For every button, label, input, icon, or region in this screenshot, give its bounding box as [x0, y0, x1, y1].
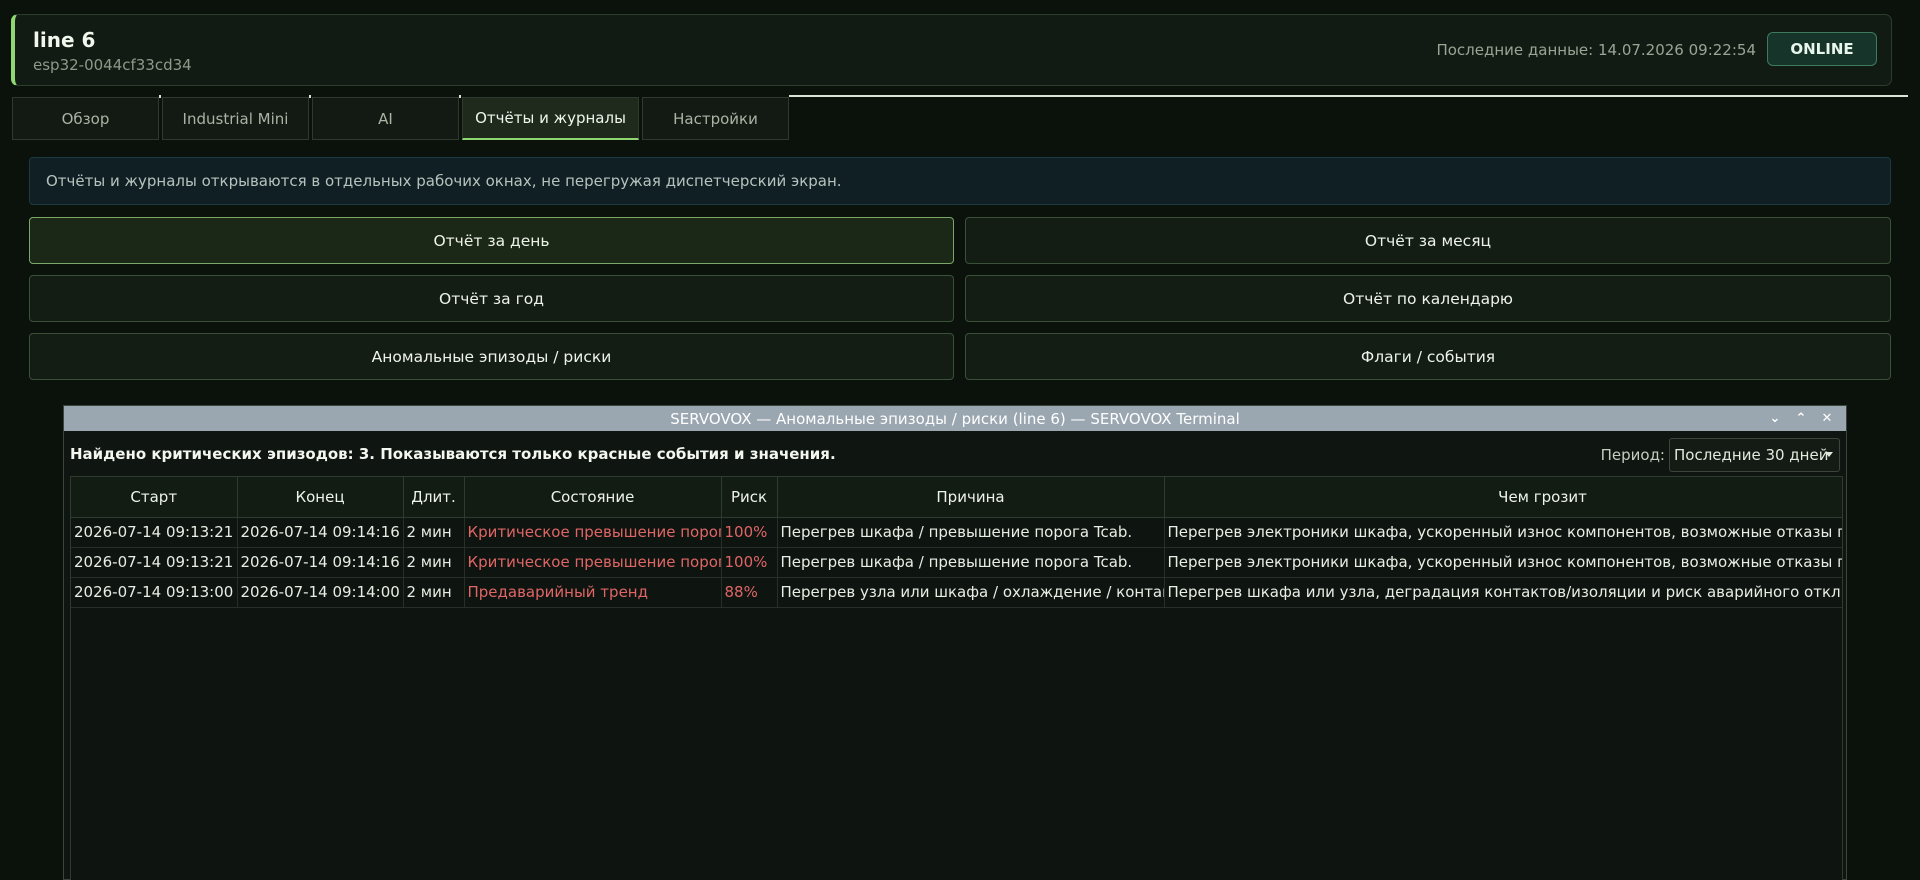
chevron-down-icon[interactable]: ⌄ [1762, 406, 1788, 431]
cell-consequence: Перегрев электроники шкафа, ускоренный и… [1163, 546, 1842, 578]
cell-state: Критическое превышение порога [463, 516, 722, 548]
cell-start: 2026-07-14 09:13:21 [71, 516, 238, 548]
close-icon[interactable]: ✕ [1814, 406, 1840, 431]
column-header-consequence[interactable]: Чем грозит [1163, 477, 1842, 518]
column-header-cause[interactable]: Причина [776, 477, 1165, 518]
cell-end: 2026-07-14 09:14:16 [236, 516, 404, 548]
calendar-report-button[interactable]: Отчёт по календарю [965, 275, 1891, 322]
flags-events-button[interactable]: Флаги / события [965, 333, 1891, 380]
monthly-report-button[interactable]: Отчёт за месяц [965, 217, 1891, 264]
tab-industrial-mini[interactable]: Industrial Mini [162, 97, 309, 140]
tab-bar-divider [789, 95, 1908, 97]
cell-state: Критическое превышение порога [463, 546, 722, 578]
window-controls: ⌄ ⌃ ✕ [1762, 406, 1840, 431]
cell-consequence: Перегрев шкафа или узла, деградация конт… [1163, 576, 1842, 608]
cell-start: 2026-07-14 09:13:00 [71, 576, 238, 608]
episodes-table: Старт Конец Длит. Состояние Риск Причина… [71, 477, 1842, 608]
device-header: line 6 esp32-0044cf33cd34 Последние данн… [11, 14, 1892, 86]
anomaly-episodes-button[interactable]: Аномальные эпизоды / риски [29, 333, 954, 380]
column-header-end[interactable]: Конец [236, 477, 404, 518]
last-data-timestamp: Последние данные: 14.07.2026 09:22:54 [1436, 41, 1756, 59]
tab-settings[interactable]: Настройки [642, 97, 789, 140]
tab-ai[interactable]: AI [312, 97, 459, 140]
table-header-row: Старт Конец Длит. Состояние Риск Причина… [71, 477, 1842, 518]
cell-consequence: Перегрев электроники шкафа, ускоренный и… [1163, 516, 1842, 548]
table-row[interactable]: 2026-07-14 09:13:21 2026-07-14 09:14:16 … [71, 546, 1842, 578]
cell-duration: 2 мин [402, 576, 465, 608]
cell-duration: 2 мин [402, 546, 465, 578]
chevron-up-icon[interactable]: ⌃ [1788, 406, 1814, 431]
table-row[interactable]: 2026-07-14 09:13:00 2026-07-14 09:14:00 … [71, 576, 1842, 608]
tab-separator [159, 95, 161, 98]
cell-state: Предаварийный тренд [463, 576, 722, 608]
episodes-table-container[interactable]: Старт Конец Длит. Состояние Риск Причина… [70, 476, 1843, 880]
cell-cause: Перегрев шкафа / превышение порога Tcab. [776, 516, 1165, 548]
status-badge: ONLINE [1767, 32, 1877, 66]
device-id: esp32-0044cf33cd34 [33, 56, 192, 74]
episodes-summary: Найдено критических эпизодов: 3. Показыв… [70, 445, 836, 463]
cell-risk: 100% [720, 516, 778, 548]
cell-cause: Перегрев шкафа / превышение порога Tcab. [776, 546, 1165, 578]
tab-separator [309, 95, 311, 98]
daily-report-button[interactable]: Отчёт за день [29, 217, 954, 264]
device-title: line 6 [33, 28, 96, 52]
period-select-value: Последние 30 дней [1674, 446, 1829, 464]
info-banner: Отчёты и журналы открываются в отдельных… [29, 157, 1891, 205]
app-root: line 6 esp32-0044cf33cd34 Последние данн… [0, 0, 1920, 880]
tab-reports[interactable]: Отчёты и журналы [462, 97, 639, 140]
column-header-state[interactable]: Состояние [463, 477, 722, 518]
tab-overview[interactable]: Обзор [12, 97, 159, 140]
terminal-title: SERVOVOX — Аномальные эпизоды / риски (l… [670, 409, 1240, 428]
cell-end: 2026-07-14 09:14:16 [236, 546, 404, 578]
period-label: Период: [1600, 446, 1665, 464]
column-header-duration[interactable]: Длит. [402, 477, 465, 518]
cell-duration: 2 мин [402, 516, 465, 548]
cell-risk: 88% [720, 576, 778, 608]
period-select[interactable]: Последние 30 дней [1669, 438, 1840, 472]
cell-end: 2026-07-14 09:14:00 [236, 576, 404, 608]
cell-cause: Перегрев узла или шкафа / охлаждение / к… [776, 576, 1165, 608]
table-row[interactable]: 2026-07-14 09:13:21 2026-07-14 09:14:16 … [71, 516, 1842, 548]
cell-risk: 100% [720, 546, 778, 578]
tab-separator [459, 95, 461, 98]
terminal-window: SERVOVOX — Аномальные эпизоды / риски (l… [63, 405, 1847, 880]
chevron-down-icon [1825, 452, 1833, 457]
cell-start: 2026-07-14 09:13:21 [71, 546, 238, 578]
column-header-start[interactable]: Старт [71, 477, 238, 518]
yearly-report-button[interactable]: Отчёт за год [29, 275, 954, 322]
terminal-titlebar[interactable]: SERVOVOX — Аномальные эпизоды / риски (l… [64, 406, 1846, 431]
column-header-risk[interactable]: Риск [720, 477, 778, 518]
